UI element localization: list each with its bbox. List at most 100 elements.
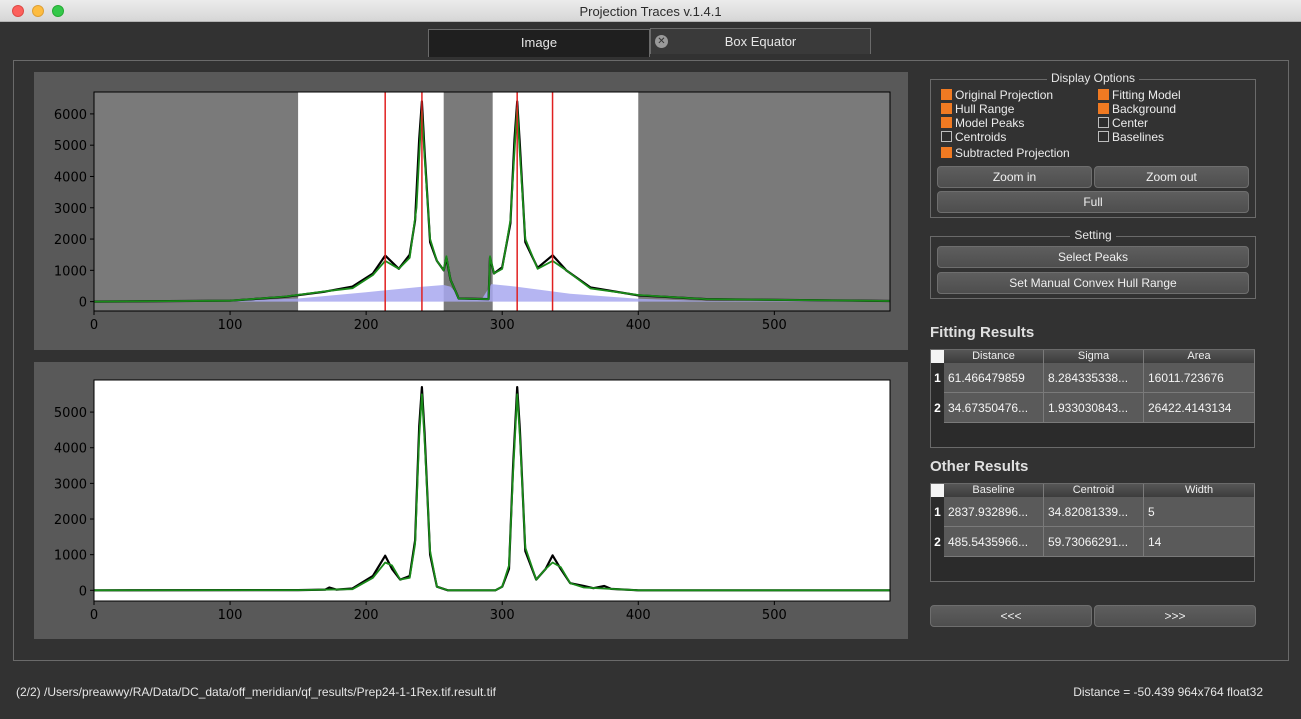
- table-cell[interactable]: 26422.4143134: [1144, 393, 1255, 423]
- table-cell[interactable]: 2837.932896...: [944, 497, 1044, 527]
- display-options-title: Display Options: [1046, 71, 1140, 85]
- column-header[interactable]: Centroid: [1044, 484, 1144, 497]
- checkbox-box[interactable]: [941, 103, 952, 114]
- y-tick-label: 4000: [54, 442, 87, 457]
- x-tick-label: 0: [90, 318, 98, 333]
- set-hull-range-button[interactable]: Set Manual Convex Hull Range: [937, 272, 1249, 294]
- tab-box-equator-label: Box Equator: [724, 34, 797, 49]
- plot-area: [94, 380, 890, 601]
- checkbox-box[interactable]: [1098, 103, 1109, 114]
- column-header[interactable]: Distance: [944, 350, 1044, 363]
- subtracted-plot[interactable]: 0 100 200 300 400 500010002000300040005000: [34, 362, 908, 639]
- checkbox-label: Fitting Model: [1112, 88, 1181, 102]
- table-cell[interactable]: 16011.723676: [1144, 363, 1255, 393]
- table-cell[interactable]: 59.73066291...: [1044, 527, 1144, 557]
- window-title: Projection Traces v.1.4.1: [579, 4, 722, 19]
- y-tick-label: 5000: [54, 139, 87, 154]
- tab-image[interactable]: Image: [428, 29, 650, 57]
- x-tick-label: 200: [354, 608, 379, 623]
- status-file-path: (2/2) /Users/preawwy/RA/Data/DC_data/off…: [16, 685, 496, 699]
- status-info: Distance = -50.439 964x764 float32: [1073, 685, 1263, 699]
- y-tick-label: 2000: [54, 513, 87, 528]
- table-cell[interactable]: 1.933030843...: [1044, 393, 1144, 423]
- zoom-in-button[interactable]: Zoom in: [937, 166, 1092, 188]
- column-header[interactable]: Width: [1144, 484, 1255, 497]
- row-header[interactable]: 1: [931, 363, 944, 393]
- y-tick-label: 4000: [54, 170, 87, 185]
- full-button[interactable]: Full: [937, 191, 1249, 213]
- checkbox-box[interactable]: [941, 89, 952, 100]
- x-tick-label: 500: [762, 608, 787, 623]
- row-header[interactable]: 1: [931, 497, 944, 527]
- projection-plot[interactable]: 0 100 200 300 400 500010002000300040005000600…: [34, 72, 908, 350]
- table-cell[interactable]: 485.5435966...: [944, 527, 1044, 557]
- plot-area: [94, 92, 890, 311]
- previous-button[interactable]: <<<: [930, 605, 1092, 627]
- x-tick-label: 400: [626, 318, 651, 333]
- column-header[interactable]: Area: [1144, 350, 1255, 363]
- checkbox-background[interactable]: Background: [1098, 102, 1176, 116]
- y-tick-label: 0: [79, 584, 87, 599]
- checkbox-box[interactable]: [941, 117, 952, 128]
- checkbox-label: Centroids: [955, 130, 1007, 144]
- row-header[interactable]: 2: [931, 393, 944, 423]
- checkbox-label: Center: [1112, 116, 1149, 130]
- y-tick-label: 2000: [54, 233, 87, 248]
- subtracted-plot-panel[interactable]: 0 100 200 300 400 500 0 1000 2000 3000 4000 5000: [34, 362, 908, 639]
- x-tick-label: 0: [90, 608, 98, 623]
- x-tick-label: 100: [218, 608, 243, 623]
- fitting-results-table[interactable]: Distance Sigma Area 1 61.466479859 8.28433533…: [930, 349, 1255, 448]
- table-cell[interactable]: 34.82081339...: [1044, 497, 1144, 527]
- table-corner[interactable]: [931, 484, 944, 497]
- y-tick-label: 5000: [54, 406, 87, 421]
- checkbox-baselines[interactable]: Baselines: [1098, 130, 1164, 144]
- x-tick-label: 300: [490, 318, 515, 333]
- checkbox-label: Subtracted Projection: [955, 146, 1070, 160]
- select-peaks-button[interactable]: Select Peaks: [937, 246, 1249, 268]
- setting-title: Setting: [1070, 228, 1116, 242]
- table-cell[interactable]: 8.284335338...: [1044, 363, 1144, 393]
- other-results-title: Other Results: [930, 458, 1029, 475]
- zoom-out-button[interactable]: Zoom out: [1094, 166, 1249, 188]
- checkbox-label: Hull Range: [955, 102, 1015, 116]
- checkbox-label: Baselines: [1112, 130, 1165, 144]
- table-cell[interactable]: 34.67350476...: [944, 393, 1044, 423]
- checkbox-center[interactable]: Center: [1098, 116, 1148, 130]
- table-corner[interactable]: [931, 350, 944, 363]
- table-cell[interactable]: 5: [1144, 497, 1255, 527]
- other-results-table[interactable]: Baseline Centroid Width 1 2837.932896... 34.8…: [930, 483, 1255, 582]
- checkbox-label: Model Peaks: [955, 116, 1025, 130]
- table-cell[interactable]: 14: [1144, 527, 1255, 557]
- checkbox-box[interactable]: [1098, 131, 1109, 142]
- y-tick-label: 3000: [54, 202, 87, 217]
- x-tick-label: 300: [490, 608, 515, 623]
- x-tick-label: 400: [626, 608, 651, 623]
- tab-box-equator[interactable]: ✕ Box Equator: [650, 28, 871, 54]
- x-tick-label: 100: [218, 318, 243, 333]
- checkbox-box[interactable]: [941, 147, 952, 158]
- column-header[interactable]: Sigma: [1044, 350, 1144, 363]
- projection-plot-panel[interactable]: 0 100 200 300 400 500 0 1000 2000 3000 4000 5000 600…: [34, 72, 908, 350]
- table-cell[interactable]: 61.466479859: [944, 363, 1044, 393]
- y-tick-label: 3000: [54, 477, 87, 492]
- fitting-results-title: Fitting Results: [930, 324, 1035, 341]
- checkbox-centroids[interactable]: Centroids: [941, 130, 1006, 144]
- checkbox-box[interactable]: [1098, 117, 1109, 128]
- x-tick-label: 500: [762, 318, 787, 333]
- y-tick-label: 1000: [54, 264, 87, 279]
- checkbox-original-projection[interactable]: Original Projection: [941, 88, 1053, 102]
- next-button[interactable]: >>>: [1094, 605, 1256, 627]
- close-icon[interactable]: ✕: [655, 35, 668, 48]
- checkbox-box[interactable]: [941, 131, 952, 142]
- checkbox-label: Background: [1112, 102, 1177, 116]
- checkbox-hull-range[interactable]: Hull Range: [941, 102, 1014, 116]
- y-tick-label: 0: [79, 296, 87, 311]
- checkbox-model-peaks[interactable]: Model Peaks: [941, 116, 1024, 130]
- checkbox-fitting-model[interactable]: Fitting Model: [1098, 88, 1181, 102]
- column-header[interactable]: Baseline: [944, 484, 1044, 497]
- checkbox-subtracted-projection[interactable]: Subtracted Projection: [941, 146, 1070, 160]
- checkbox-box[interactable]: [1098, 89, 1109, 100]
- row-header[interactable]: 2: [931, 527, 944, 557]
- x-tick-label: 200: [354, 318, 379, 333]
- y-tick-label: 1000: [54, 549, 87, 564]
